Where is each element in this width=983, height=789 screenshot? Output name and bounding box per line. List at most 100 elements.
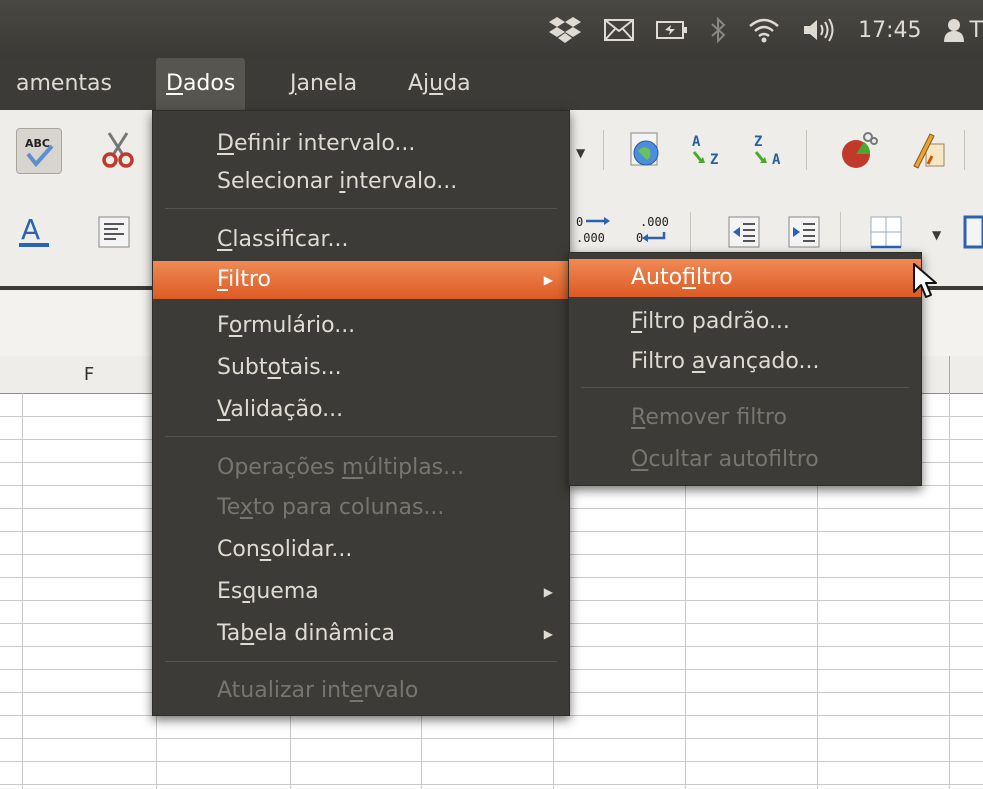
menu-item-tabela-dinamica[interactable]: Tabela dinâmica ▶ [153,615,569,653]
borders-button[interactable] [864,210,908,254]
clock[interactable]: 17:45 [858,18,921,43]
font-color-button[interactable]: A [12,210,56,254]
menu-item-operacoes-multiplas: Operações múltiplas... [217,455,465,480]
svg-text:.000: .000 [640,215,669,229]
menu-item-atualizar-intervalo: Atualizar intervalo [217,678,419,703]
toolbar-separator [964,130,965,170]
decrease-indent-icon [728,216,760,248]
decrease-indent-button[interactable] [722,210,766,254]
draw-functions-button[interactable] [908,128,952,172]
menu-label: Aj [408,71,430,96]
menu-separator [581,387,909,388]
chart-button[interactable] [836,128,880,172]
sort-descending-icon: ZA [754,134,781,168]
sort-ascending-button[interactable]: AZ [686,128,730,172]
add-decimal-button[interactable]: 0 .000 [572,210,616,254]
toolbar-separator [840,212,841,252]
menu-separator [165,661,557,662]
navigator-icon [630,132,659,166]
background-color-button[interactable] [956,210,983,254]
svg-text:.000: .000 [576,231,605,245]
draw-functions-icon [913,133,945,169]
column-header-f[interactable]: F [22,356,157,393]
battery-icon[interactable] [656,15,688,45]
dropdown-arrow-icon[interactable]: ▼ [576,146,585,160]
volume-icon[interactable] [802,15,836,45]
mail-icon[interactable] [604,15,635,45]
menu-label: amentas [16,71,112,96]
submenu-arrow-icon: ▶ [543,627,553,641]
align-left-icon [98,216,130,248]
filtro-submenu: Autofiltro Filtro padrão... Filtro avanç… [568,252,922,486]
grid-line [22,393,23,789]
menubar: amentas Dados Janela Ajuda [0,58,983,110]
svg-text:Z: Z [710,152,718,168]
spellcheck-button[interactable]: ABC [16,128,62,174]
submenu-arrow-icon: ▶ [543,585,553,599]
toolbar-separator [806,130,807,170]
toolbar-separator [690,212,691,252]
menu-item-formulario[interactable]: Formulário... [153,307,569,345]
menu-item-definir-intervalo[interactable]: Definir intervalo... [153,125,569,163]
user-menu[interactable]: T [943,17,983,43]
bluetooth-icon[interactable] [710,15,726,45]
menu-item-ocultar-autofiltro: Ocultar autofiltro [631,447,819,472]
svg-text:Z: Z [754,134,762,150]
dropbox-icon[interactable] [548,15,582,45]
system-tray: 17:45 T [548,12,983,48]
user-name: T [969,17,983,43]
menu-separator [165,436,557,437]
font-color-icon: A [19,213,49,247]
menu-item-texto-para-colunas: Texto para colunas... [217,495,445,520]
menu-item-consolidar[interactable]: Consolidar... [153,531,569,569]
menu-item-subtotais[interactable]: Subtotais... [153,349,569,387]
add-decimal-icon: 0 .000 [576,215,610,245]
increase-indent-button[interactable] [782,210,826,254]
menu-item-validacao[interactable]: Validação... [153,391,569,429]
menu-item-classificar[interactable]: Classificar... [153,221,569,259]
menu-label: da [443,71,471,96]
spellcheck-icon: ABC [25,137,54,168]
menu-item-filtro-padrao[interactable]: Filtro padrão... [569,303,921,341]
navigator-button[interactable] [624,128,668,172]
sort-descending-button[interactable]: ZA [748,128,792,172]
svg-text:A: A [772,152,781,168]
menu-item-filtro[interactable]: Filtro ▶ [153,261,569,299]
svg-text:0: 0 [576,215,583,229]
menu-item-filtro-avancado[interactable]: Filtro avançado... [569,343,921,381]
menu-janela[interactable]: Janela [280,58,367,110]
menu-item-remover-filtro: Remover filtro [631,405,787,430]
wifi-icon[interactable] [748,15,780,45]
delete-decimal-icon: .0000 [636,215,669,245]
increase-indent-icon [788,216,820,248]
menu-ferramentas[interactable]: amentas [6,58,122,110]
sort-ascending-icon: AZ [692,134,718,168]
menu-separator [165,208,557,209]
submenu-arrow-icon: ▶ [543,273,553,287]
dados-menu: Definir intervalo... Selecionar interval… [152,110,570,716]
cut-button[interactable] [96,128,140,172]
borders-icon [870,216,902,249]
menu-label: anela [296,71,358,96]
svg-text:A: A [692,134,701,150]
user-icon [943,19,964,42]
menu-item-autofiltro[interactable]: Autofiltro [569,259,921,297]
menu-ajuda[interactable]: Ajuda [398,58,481,110]
svg-text:A: A [21,213,40,246]
menu-label: ados [182,71,236,96]
svg-text:ABC: ABC [25,137,50,150]
menu-item-selecionar-intervalo[interactable]: Selecionar intervalo... [153,163,569,201]
background-color-icon [963,215,983,249]
delete-decimal-button[interactable]: .000 0 [630,210,674,254]
toolbar-separator [603,130,604,170]
chart-icon [842,132,878,168]
mouse-cursor-icon [913,263,937,298]
grid-line [949,393,950,789]
top-panel: 17:45 T [0,0,983,58]
align-left-button[interactable] [92,210,136,254]
dropdown-arrow-icon[interactable]: ▼ [932,228,941,242]
cut-icon [102,132,134,168]
menu-dados[interactable]: Dados [156,58,246,110]
menu-item-esquema[interactable]: Esquema ▶ [153,573,569,611]
menu-mnemonic: D [166,71,183,96]
